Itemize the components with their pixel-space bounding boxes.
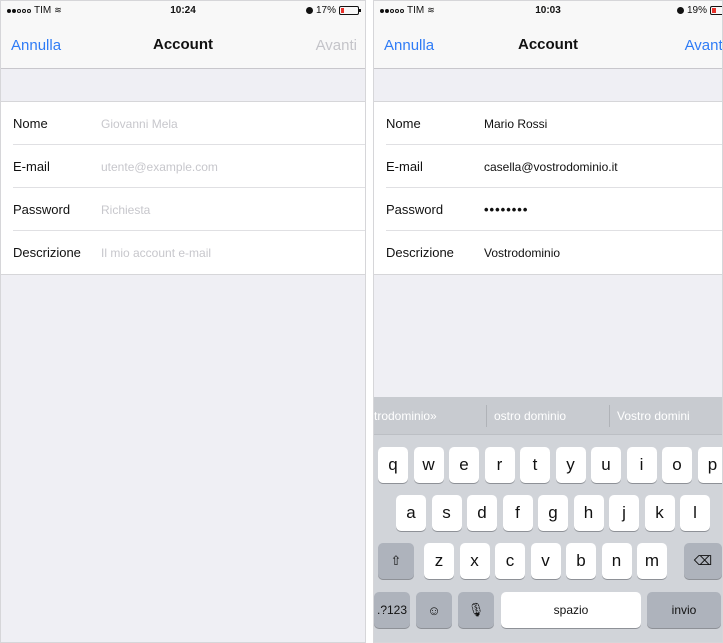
keyboard: trodominio» ostro dominio Vostro domini …	[374, 397, 722, 642]
key-r[interactable]: r	[484, 447, 515, 483]
key-a[interactable]: a	[396, 495, 426, 531]
key-v[interactable]: v	[530, 543, 561, 579]
account-form: Nome Mario Rossi E-mail casella@vostrodo…	[374, 101, 722, 275]
status-time: 10:03	[535, 5, 561, 16]
shift-icon[interactable]: ⇧	[378, 543, 414, 579]
email-field[interactable]: E-mail utente@example.com	[1, 145, 365, 188]
navigation-bar: Annulla Account Avanti	[374, 21, 722, 69]
navigation-bar: Annulla Account Avanti	[1, 21, 365, 69]
account-form: Nome Giovanni Mela E-mail utente@example…	[1, 101, 365, 275]
key-n[interactable]: n	[601, 543, 632, 579]
key-z[interactable]: z	[424, 543, 454, 579]
key-e[interactable]: e	[449, 447, 479, 483]
key-h[interactable]: h	[573, 495, 604, 531]
field-label: Password	[386, 202, 444, 217]
key-o[interactable]: o	[662, 447, 692, 483]
name-input[interactable]: Giovanni Mela	[101, 117, 178, 131]
delete-icon[interactable]: ⌫	[684, 543, 722, 579]
battery-percent: 17%	[315, 5, 336, 16]
key-j[interactable]: j	[609, 495, 639, 531]
space-key[interactable]: spazio	[501, 592, 641, 628]
battery-icon	[339, 6, 361, 15]
key-c[interactable]: c	[495, 543, 525, 579]
suggestion-item[interactable]: Vostro domini	[617, 409, 690, 423]
field-label: Nome	[386, 116, 421, 131]
email-field[interactable]: E-mail casella@vostrodominio.it	[374, 145, 722, 188]
email-input[interactable]: utente@example.com	[101, 160, 218, 174]
next-button[interactable]: Avanti	[316, 37, 357, 54]
key-u[interactable]: u	[591, 447, 621, 483]
email-input[interactable]: casella@vostrodominio.it	[484, 160, 618, 174]
numbers-key[interactable]: .?123	[374, 592, 410, 628]
field-label: E-mail	[13, 159, 50, 174]
password-input[interactable]: Richiesta	[101, 203, 150, 217]
next-button[interactable]: Avanti	[685, 37, 722, 54]
description-input[interactable]: Vostrodominio	[484, 246, 560, 260]
key-s[interactable]: s	[431, 495, 462, 531]
return-key[interactable]: invio	[647, 592, 721, 628]
status-bar: TIM ≋ 10:24 17%	[1, 1, 365, 21]
key-g[interactable]: g	[538, 495, 568, 531]
password-field[interactable]: Password Richiesta	[1, 188, 365, 231]
emoji-icon[interactable]: ☺	[416, 592, 452, 628]
key-q[interactable]: q	[378, 447, 408, 483]
key-i[interactable]: i	[626, 447, 657, 483]
page-title: Account	[518, 36, 578, 53]
password-input[interactable]: ••••••••	[484, 202, 528, 217]
password-field[interactable]: Password ••••••••	[374, 188, 722, 231]
key-f[interactable]: f	[502, 495, 533, 531]
field-label: Nome	[13, 116, 48, 131]
key-t[interactable]: t	[520, 447, 550, 483]
orientation-lock-icon	[305, 7, 313, 14]
name-field[interactable]: Nome Giovanni Mela	[1, 102, 365, 145]
name-input[interactable]: Mario Rossi	[484, 117, 547, 131]
battery-icon	[710, 6, 722, 15]
key-x[interactable]: x	[459, 543, 490, 579]
key-w[interactable]: w	[413, 447, 444, 483]
suggestion-item[interactable]: trodominio»	[374, 409, 437, 423]
field-label: Descrizione	[13, 245, 81, 260]
suggestion-bar: trodominio» ostro dominio Vostro domini	[374, 397, 722, 435]
description-input[interactable]: Il mio account e-mail	[101, 246, 211, 260]
key-l[interactable]: l	[680, 495, 710, 531]
key-y[interactable]: y	[555, 447, 586, 483]
microphone-icon[interactable]: 🎙	[458, 592, 494, 628]
status-bar: TIM ≋ 10:03 19%	[374, 1, 722, 21]
key-p[interactable]: p	[697, 447, 722, 483]
key-d[interactable]: d	[467, 495, 497, 531]
name-field[interactable]: Nome Mario Rossi	[374, 102, 722, 145]
field-label: Password	[13, 202, 71, 217]
key-k[interactable]: k	[644, 495, 675, 531]
description-field[interactable]: Descrizione Il mio account e-mail	[1, 231, 365, 274]
key-b[interactable]: b	[566, 543, 596, 579]
phone-screen-left: TIM ≋ 10:24 17% Annulla Account Avanti N…	[0, 0, 366, 643]
field-label: E-mail	[386, 159, 423, 174]
key-m[interactable]: m	[637, 543, 667, 579]
orientation-lock-icon	[676, 7, 684, 14]
page-title: Account	[153, 36, 213, 53]
field-label: Descrizione	[386, 245, 454, 260]
battery-percent: 19%	[686, 5, 707, 16]
suggestion-item[interactable]: ostro dominio	[494, 409, 566, 423]
phone-screen-right: TIM ≋ 10:03 19% Annulla Account Avanti N…	[373, 0, 723, 643]
description-field[interactable]: Descrizione Vostrodominio	[374, 231, 722, 274]
